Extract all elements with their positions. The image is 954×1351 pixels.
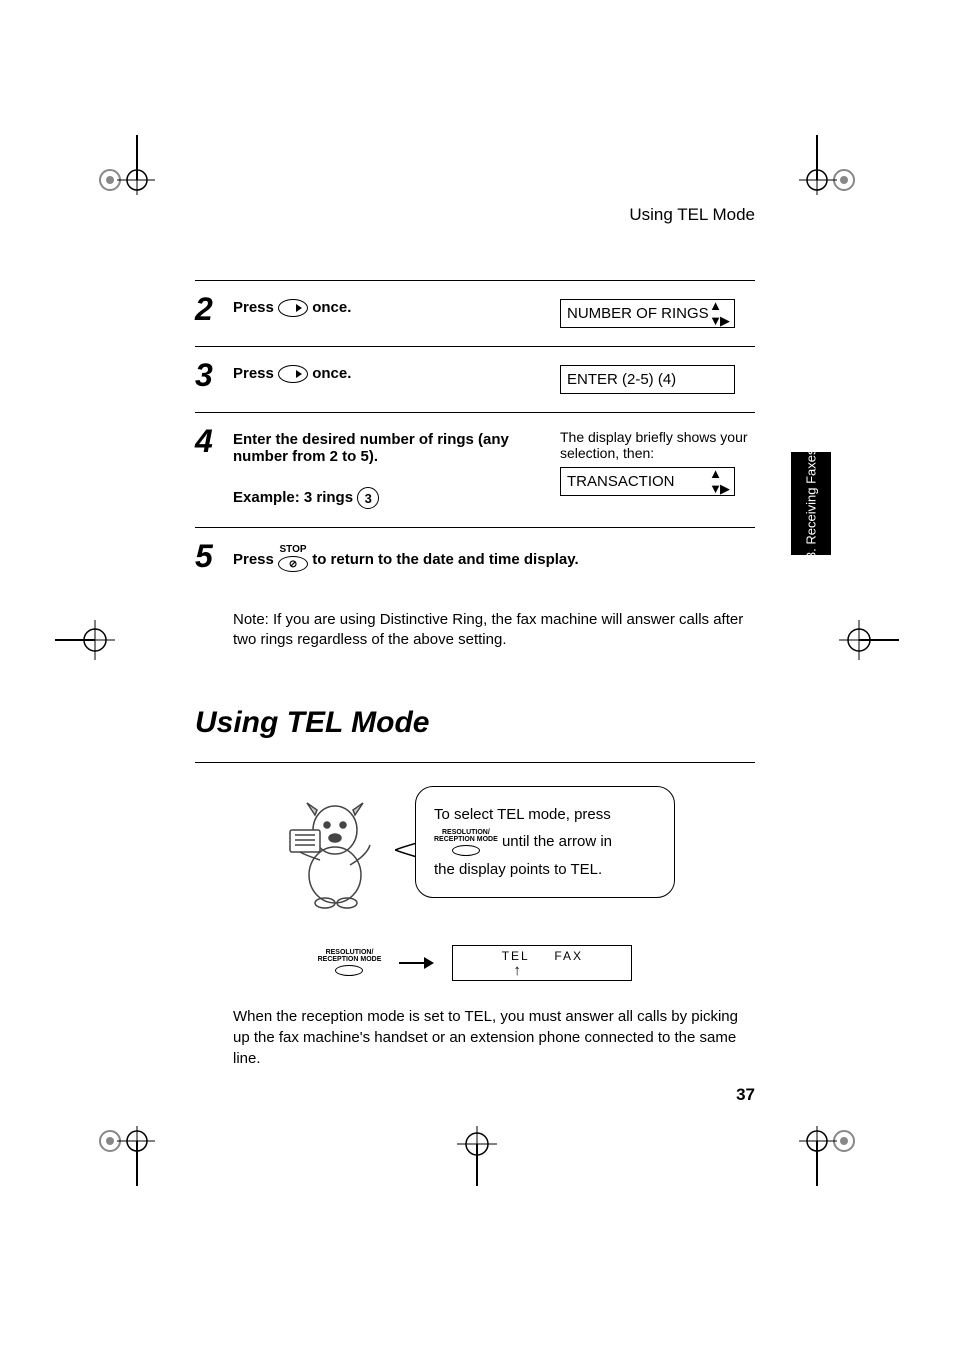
page-number: 37 [736, 1085, 755, 1105]
illustration-row: To select TEL mode, press RESOLUTION/ RE… [195, 763, 755, 935]
right-arrow-button-icon [278, 299, 308, 317]
step-2: 2 Press once. NUMBER OF RINGS ▲▼▶ [195, 281, 755, 346]
resolution-button-icon: RESOLUTION/ RECEPTION MODE [318, 949, 382, 976]
chapter-tab-label: 3. Receiving Faxes [803, 448, 819, 559]
crop-mark-icon [799, 135, 859, 195]
crop-mark-icon [447, 1126, 507, 1186]
right-arrow-button-icon [278, 365, 308, 383]
mode-lcd-display: TELFAX ↑ [452, 945, 632, 981]
crop-mark-icon [839, 610, 899, 670]
step-3: 3 Press once. ENTER (2-5) (4) [195, 347, 755, 412]
stop-button-icon: STOP ⊘ [278, 544, 308, 572]
step-instruction: Press once. [233, 291, 560, 317]
display-note: The display briefly shows your selection… [560, 429, 755, 461]
lcd-display: ENTER (2-5) (4) [560, 365, 735, 394]
step-number: 2 [195, 291, 233, 325]
updown-arrows-icon: ▲▼▶ [709, 298, 728, 329]
keypad-3-icon: 3 [357, 487, 379, 509]
step-number: 4 [195, 423, 233, 457]
body-paragraph: When the reception mode is set to TEL, y… [195, 1006, 755, 1069]
step-4: 4 Enter the desired number of rings (any… [195, 413, 755, 527]
lcd-text: ENTER (2-5) (4) [567, 371, 676, 388]
step-5: 5 Press STOP ⊘ to return to the date and… [195, 528, 755, 592]
up-arrow-icon: ↑ [461, 963, 623, 978]
running-header: Using TEL Mode [195, 205, 755, 225]
updown-arrows-icon: ▲▼▶ [709, 466, 728, 497]
lcd-display: TRANSACTION ▲▼▶ [560, 467, 735, 496]
speech-bubble-tail-icon [395, 841, 417, 859]
crop-mark-icon [55, 610, 115, 670]
crop-mark-icon [95, 135, 155, 195]
speech-bubble: To select TEL mode, press RESOLUTION/ RE… [415, 786, 675, 898]
step-instruction: Press once. [233, 357, 560, 383]
lcd-text: NUMBER OF RINGS [567, 305, 709, 322]
lcd-display: NUMBER OF RINGS ▲▼▶ [560, 299, 735, 328]
lcd-text: TRANSACTION [567, 473, 675, 490]
step-number: 5 [195, 538, 233, 572]
step-number: 3 [195, 357, 233, 391]
footnote: Note: If you are using Distinctive Ring,… [195, 592, 755, 651]
chapter-tab: 3. Receiving Faxes [791, 452, 831, 555]
resolution-button-icon: RESOLUTION/ RECEPTION MODE [434, 829, 498, 856]
step-instruction: Enter the desired number of rings (any n… [233, 423, 560, 509]
section-heading: Using TEL Mode [195, 706, 755, 740]
crop-mark-icon [799, 1126, 859, 1186]
mascot-illustration [275, 775, 385, 910]
mode-display-row: RESOLUTION/ RECEPTION MODE TELFAX ↑ [195, 945, 755, 981]
step-instruction: Press STOP ⊘ to return to the date and t… [233, 538, 755, 574]
right-arrow-icon [399, 956, 434, 970]
page-content: Using TEL Mode 2 Press once. NUMBER OF R… [195, 205, 755, 1069]
crop-mark-icon [95, 1126, 155, 1186]
